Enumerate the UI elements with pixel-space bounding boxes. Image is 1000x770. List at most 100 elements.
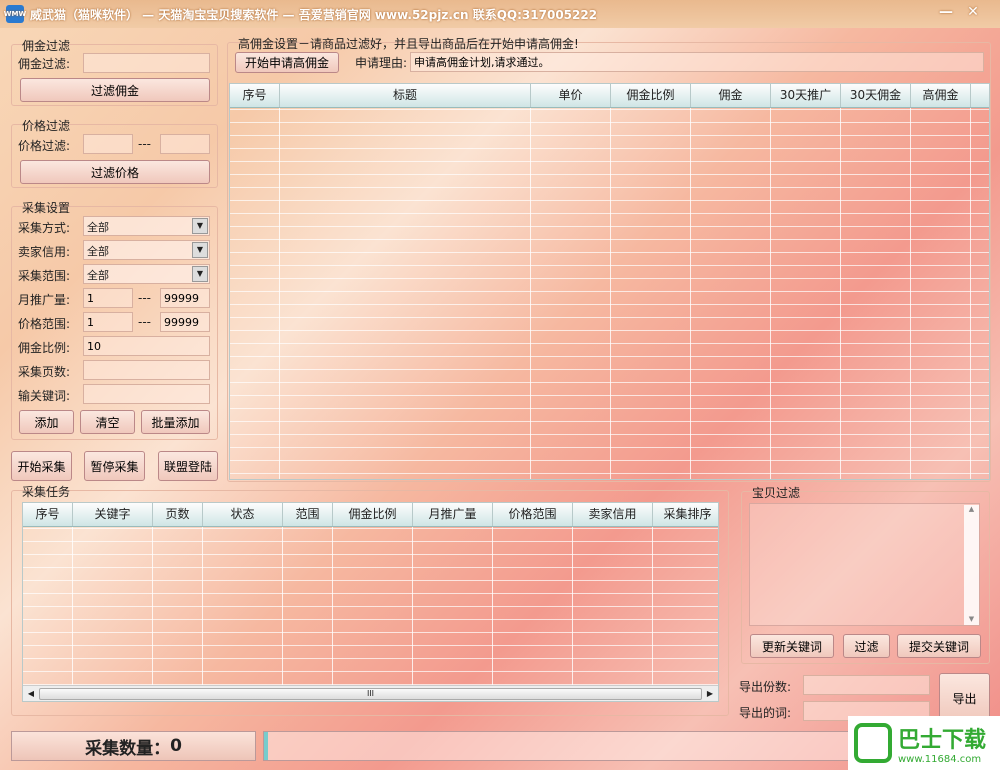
tasks-table-header: 序号 关键字 页数 状态 范围 佣金比例 月推广量 价格范围 卖家信用 采集排序	[23, 503, 718, 527]
column-header[interactable]: 序号	[230, 84, 280, 107]
filter-commission-button[interactable]: 过滤佣金	[20, 78, 210, 102]
collect-pages-input[interactable]	[83, 360, 210, 380]
minimize-button[interactable]: —	[935, 4, 957, 22]
filter-button[interactable]: 过滤	[843, 634, 890, 658]
horizontal-scrollbar[interactable]: ◀ III ▶	[23, 685, 718, 701]
column-divider	[531, 108, 611, 479]
results-table-header: 序号 标题 单价 佣金比例 佣金 30天推广 30天佣金 高佣金	[230, 84, 989, 108]
filter-price-button[interactable]: 过滤价格	[20, 160, 210, 184]
column-header[interactable]: 价格范围	[493, 503, 573, 526]
apply-high-commission-button[interactable]: 开始申请高佣金	[235, 52, 339, 73]
keyword-label: 输关键词:	[18, 389, 71, 403]
commission-ratio-input[interactable]	[83, 336, 210, 356]
clear-button[interactable]: 清空	[80, 410, 135, 434]
column-divider	[493, 527, 573, 701]
column-header[interactable]: 佣金	[691, 84, 771, 107]
seller-credit-select[interactable]: 全部 ▼	[83, 240, 210, 260]
submit-keywords-button[interactable]: 提交关键词	[897, 634, 981, 658]
column-header[interactable]: 佣金比例	[611, 84, 691, 107]
column-divider	[413, 527, 493, 701]
column-header[interactable]: 状态	[203, 503, 283, 526]
selected-value: 全部	[87, 269, 109, 282]
column-divider	[153, 527, 203, 701]
column-divider	[280, 108, 531, 479]
monthly-max-input[interactable]	[160, 288, 210, 308]
results-table[interactable]: 序号 标题 单价 佣金比例 佣金 30天推广 30天佣金 高佣金	[229, 83, 990, 480]
group-label: 采集任务	[22, 485, 71, 499]
column-divider	[283, 527, 333, 701]
column-header[interactable]: 范围	[283, 503, 333, 526]
column-header[interactable]: 采集排序	[653, 503, 718, 526]
group-label: 价格过滤	[22, 119, 71, 133]
alliance-login-button[interactable]: 联盟登陆	[158, 451, 218, 481]
selected-value: 全部	[87, 221, 109, 234]
column-header[interactable]: 佣金比例	[333, 503, 413, 526]
scroll-right-icon[interactable]: ▶	[702, 689, 718, 698]
selected-value: 全部	[87, 245, 109, 258]
collect-count-value: 0	[170, 736, 182, 756]
column-header[interactable]: 关键字	[73, 503, 153, 526]
range-separator: ---	[138, 137, 151, 151]
seller-credit-label: 卖家信用:	[18, 245, 71, 259]
column-header[interactable]: 页数	[153, 503, 203, 526]
watermark-name: 巴士下载	[898, 727, 987, 753]
scroll-left-icon[interactable]: ◀	[23, 689, 39, 698]
column-divider	[771, 108, 841, 479]
scroll-thumb[interactable]: III	[39, 687, 702, 700]
column-header[interactable]: 标题	[280, 84, 531, 107]
group-label: 佣金过滤	[22, 39, 71, 53]
price-min-input[interactable]	[83, 134, 133, 154]
vertical-scrollbar[interactable]: ▲ ▼	[964, 505, 979, 625]
tasks-table[interactable]: 序号 关键字 页数 状态 范围 佣金比例 月推广量 价格范围 卖家信用 采集排序	[22, 502, 719, 702]
scroll-up-icon[interactable]: ▲	[964, 505, 979, 513]
export-count-input[interactable]	[803, 675, 930, 695]
group-label: 宝贝过滤	[752, 486, 801, 500]
close-button[interactable]: ✕	[962, 4, 984, 22]
column-header[interactable]: 高佣金	[911, 84, 971, 107]
add-button[interactable]: 添加	[19, 410, 74, 434]
update-keywords-button[interactable]: 更新关键词	[750, 634, 834, 658]
range-separator: ---	[138, 291, 151, 305]
column-divider	[911, 108, 971, 479]
column-divider	[73, 527, 153, 701]
group-label: 采集设置	[22, 201, 71, 215]
watermark: 巴士下载 www.11684.com	[848, 716, 1000, 770]
dropdown-arrow-icon: ▼	[192, 218, 208, 234]
collect-range-select[interactable]: 全部 ▼	[83, 264, 210, 284]
collect-range-label: 采集范围:	[18, 269, 71, 283]
column-divider	[611, 108, 691, 479]
reason-label: 申请理由:	[355, 56, 408, 70]
price-range-min-input[interactable]	[83, 312, 133, 332]
item-filter-textarea[interactable]	[749, 503, 980, 626]
window-title: 威武猫（猫咪软件） — 天猫淘宝宝贝搜索软件 — 吾爱营销官网 www.52pj…	[30, 7, 598, 22]
column-header[interactable]: 30天推广	[771, 84, 841, 107]
commission-filter-input[interactable]	[83, 53, 210, 73]
column-header[interactable]: 卖家信用	[573, 503, 653, 526]
monthly-promo-label: 月推广量:	[18, 293, 71, 307]
keyword-input[interactable]	[83, 384, 210, 404]
column-divider	[653, 527, 718, 701]
column-header[interactable]: 月推广量	[413, 503, 493, 526]
column-header[interactable]: 单价	[531, 84, 611, 107]
price-range-max-input[interactable]	[160, 312, 210, 332]
app-icon: WMW	[4, 5, 26, 23]
collect-count-display: 采集数量： 0	[11, 731, 256, 761]
column-divider	[573, 527, 653, 701]
collect-mode-select[interactable]: 全部 ▼	[83, 216, 210, 236]
price-max-input[interactable]	[160, 134, 210, 154]
reason-input[interactable]	[410, 52, 984, 72]
price-range-label: 价格范围:	[18, 317, 71, 331]
export-count-label: 导出份数:	[739, 680, 792, 694]
pause-collect-button[interactable]: 暂停采集	[84, 451, 145, 481]
column-divider	[23, 527, 73, 701]
commission-ratio-label: 佣金比例:	[18, 341, 71, 355]
title-bar: WMW 威武猫（猫咪软件） — 天猫淘宝宝贝搜索软件 — 吾爱营销官网 www.…	[0, 0, 1000, 28]
monthly-min-input[interactable]	[83, 288, 133, 308]
start-collect-button[interactable]: 开始采集	[11, 451, 72, 481]
column-header[interactable]: 序号	[23, 503, 73, 526]
scroll-down-icon[interactable]: ▼	[964, 615, 979, 623]
batch-add-button[interactable]: 批量添加	[141, 410, 210, 434]
column-divider	[203, 527, 283, 701]
column-header[interactable]: 30天佣金	[841, 84, 911, 107]
column-divider	[841, 108, 911, 479]
